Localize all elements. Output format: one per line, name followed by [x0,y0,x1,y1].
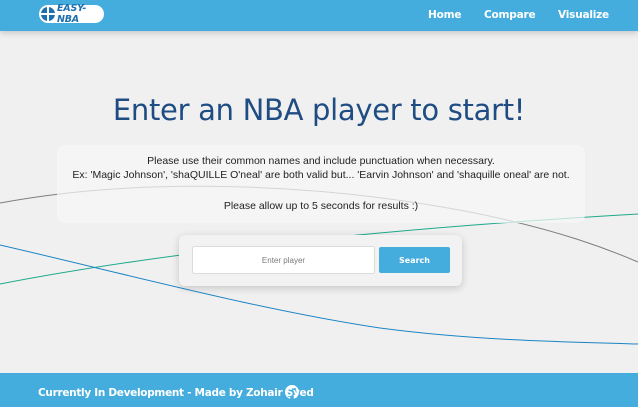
nav-compare-link[interactable]: Compare [484,9,536,21]
instructions-box: Please use their common names and includ… [57,145,585,223]
logo-text: EASY-NBA [57,3,87,25]
instructions-line-2: Ex: 'Magic Johnson', 'shaQUILLE O'neal' … [72,169,570,181]
instructions-line-3: Please allow up to 5 seconds for results… [223,200,419,212]
page-title: Enter an NBA player to start! [112,93,526,127]
player-search-input[interactable] [192,246,375,274]
search-card: Search [179,235,462,286]
footer: Currently In Development - Made by Zohai… [0,373,638,407]
search-button[interactable]: Search [379,247,450,273]
basketball-icon [41,7,55,21]
logo[interactable]: EASY-NBA [39,3,104,25]
instructions-line-1: Please use their common names and includ… [147,155,495,167]
footer-text: Currently In Development - Made by Zohai… [38,387,314,399]
nav-home-link[interactable]: Home [428,9,461,21]
navbar: EASY-NBA Home Compare Visualize [0,0,638,31]
nav-visualize-link[interactable]: Visualize [558,9,609,21]
github-icon[interactable] [285,385,299,399]
page: EASY-NBA Home Compare Visualize Enter an… [0,0,638,407]
